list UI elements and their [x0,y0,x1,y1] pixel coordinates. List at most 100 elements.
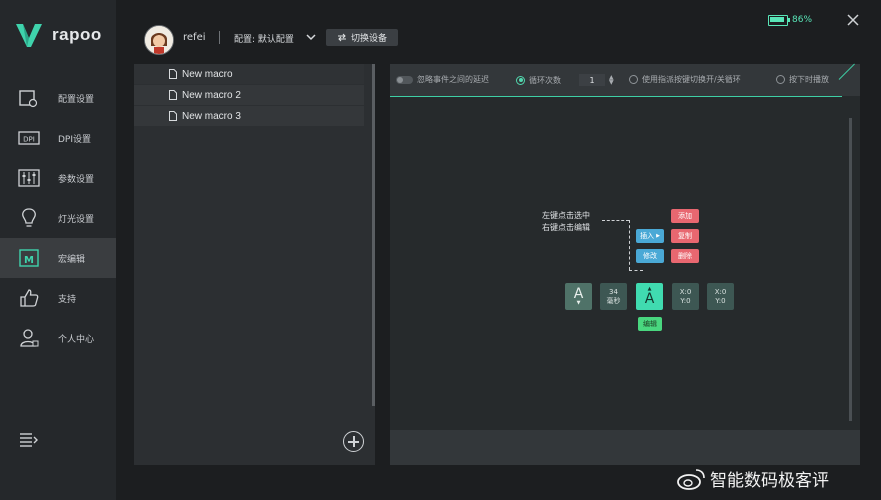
ignore-delay-label: 忽略事件之间的延迟 [417,75,489,84]
sidebar-item-dpi[interactable]: DPI DPI设置 [0,118,116,158]
loop-count-radio[interactable] [516,75,525,85]
macro-name: New macro 3 [182,110,241,122]
coord-y: Y:0 [715,296,726,305]
key-down-arrow-icon: ▼ [576,300,581,306]
user-icon [20,329,39,347]
avatar[interactable] [144,25,174,55]
sidebar-item-support[interactable]: 支持 [0,278,116,318]
loop-count-option[interactable]: 循环次数 1 ▲ ▼ [516,74,614,86]
rapoo-logo-icon [16,24,42,47]
delay-value: 34 [609,287,618,296]
sidebar-nav: 配置设置 DPI DPI设置 参数设置 灯光设置 M 宏编辑 支持 个人中心 [0,78,116,358]
key-down-event[interactable]: A ▼ [565,283,592,310]
switch-device-label: 切换设备 [350,34,387,44]
hint-connector [629,270,643,271]
modify-label: 修改 [643,252,657,260]
loop-count-label: 循环次数 [529,75,561,85]
chevron-down-icon[interactable] [305,31,317,43]
add-button[interactable]: 添加 [671,209,699,223]
list-item[interactable]: New macro 2 [134,85,364,105]
sidebar-item-params[interactable]: 参数设置 [0,158,116,198]
hint-left-click: 左键点击选中 [542,211,590,220]
ignore-delay-option[interactable]: 忽略事件之间的延迟 [396,74,489,85]
macro-list-panel: New macro New macro 2 New macro 3 [134,64,375,465]
weibo-logo-icon [677,468,705,490]
sidebar-item-label: 支持 [58,294,77,305]
delay-unit: 毫秒 [606,296,621,305]
close-icon[interactable] [846,13,860,27]
key-letter: A [573,286,584,302]
editor-footer [390,430,860,465]
sliders-icon [18,169,40,187]
battery-fill [770,17,784,22]
avatar-face-icon [145,26,173,54]
macro-editor: 忽略事件之间的延迟 循环次数 1 ▲ ▼ 使用指派按键切换开/关循环 按下时播放 … [390,63,860,465]
sidebar-item-label: 宏编辑 [58,254,86,265]
file-icon [169,111,177,121]
loop-count-stepper[interactable]: ▲ ▼ [609,75,614,86]
copy-label: 复制 [678,232,692,240]
add-label: 添加 [678,212,692,220]
key-letter: A [644,291,655,307]
app-name: rapoo [52,25,102,44]
mouse-move-event[interactable]: X:0 Y:0 [707,283,734,310]
file-icon [169,90,177,100]
coord-x: X:0 [679,287,692,296]
add-macro-button[interactable] [343,431,364,452]
swap-arrows-icon [337,33,346,42]
sidebar-item-config[interactable]: 配置设置 [0,78,116,118]
editor-scrollbar[interactable] [849,118,852,421]
svg-text:DPI: DPI [23,136,35,144]
watermark: 智能数码极客评 [676,466,829,491]
macro-name: New macro 2 [182,89,241,101]
watermark-text: 智能数码极客评 [710,471,829,491]
delete-label: 删除 [678,252,692,260]
macro-list-scrollbar[interactable] [372,64,375,406]
sidebar: rapoo 配置设置 DPI DPI设置 参数设置 灯光设置 M 宏编辑 支持 … [0,0,116,500]
loop-count-input[interactable]: 1 [579,74,605,86]
file-icon [169,69,177,79]
list-item[interactable]: New macro 3 [134,106,364,126]
config-icon [19,90,38,108]
editor-toolbar: 忽略事件之间的延迟 循环次数 1 ▲ ▼ 使用指派按键切换开/关循环 按下时播放 [390,64,860,96]
toggle-loop-option[interactable]: 使用指派按键切换开/关循环 [629,74,741,85]
hold-play-label: 按下时播放 [789,75,829,84]
copy-button[interactable]: 复制 [671,229,699,243]
ignore-delay-toggle[interactable] [396,75,413,84]
battery-icon [768,15,790,26]
accent-line [390,96,842,97]
header-divider [219,31,220,44]
insert-button[interactable]: 插入 ▶ [636,229,664,243]
delay-event[interactable]: 34 毫秒 [600,283,627,310]
thumbs-up-icon [20,289,39,307]
loop-count-value: 1 [589,75,595,85]
sidebar-item-label: DPI设置 [58,134,92,145]
battery-percent: 86% [792,15,813,25]
switch-device-button[interactable]: 切换设备 [326,29,398,46]
sidebar-item-macro[interactable]: M 宏编辑 [0,238,116,278]
bulb-icon [22,208,36,227]
sidebar-item-label: 个人中心 [58,334,95,345]
edit-button[interactable]: 编辑 [638,317,662,331]
key-up-event-selected[interactable]: ▲ A [636,283,663,310]
sidebar-item-profile[interactable]: 个人中心 [0,318,116,358]
sidebar-item-label: 灯光设置 [58,214,95,225]
config-selector-label[interactable]: 配置: 默认配置 [234,32,294,45]
sidebar-item-lighting[interactable]: 灯光设置 [0,198,116,238]
hold-play-radio[interactable] [776,75,785,84]
sidebar-item-label: 配置设置 [58,94,95,105]
delete-button[interactable]: 删除 [671,249,699,263]
macro-icon: M [19,249,39,267]
edit-label: 编辑 [643,320,657,328]
list-item[interactable]: New macro [134,64,364,84]
modify-button[interactable]: 修改 [636,249,664,263]
hint-connector [602,220,629,221]
logo: rapoo [14,20,102,50]
dpi-icon: DPI [18,131,40,145]
coord-y: Y:0 [680,296,691,305]
mouse-move-event[interactable]: X:0 Y:0 [672,283,699,310]
toggle-loop-radio[interactable] [629,75,638,84]
hold-play-option[interactable]: 按下时播放 [776,74,829,85]
collapse-menu-icon[interactable] [20,433,38,447]
macro-name: New macro [182,68,233,80]
